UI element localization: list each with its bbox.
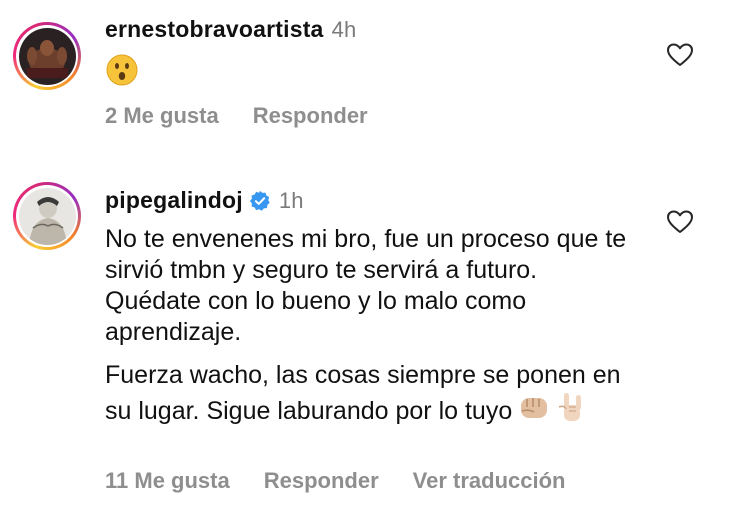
username-link[interactable]: ernestobravoartista bbox=[105, 16, 324, 43]
reply-button[interactable]: Responder bbox=[253, 103, 368, 129]
sign-of-the-horns-emoji-icon bbox=[558, 393, 582, 421]
oncoming-fist-emoji-icon bbox=[521, 398, 548, 418]
avatar[interactable] bbox=[18, 187, 76, 245]
verified-badge-icon bbox=[249, 190, 270, 211]
heart-like-icon[interactable] bbox=[667, 43, 693, 67]
avatar[interactable] bbox=[18, 27, 76, 85]
avatar-story-ring[interactable] bbox=[13, 182, 81, 250]
comment-header: pipegalindoj 1h bbox=[105, 187, 304, 214]
avatar-story-ring[interactable] bbox=[13, 22, 81, 90]
timestamp[interactable]: 1h bbox=[279, 188, 304, 214]
comment-paragraph: No te envenenes mi bro, fue un proceso q… bbox=[105, 225, 627, 346]
astonished-face-emoji-icon bbox=[106, 54, 138, 86]
timestamp[interactable]: 4h bbox=[332, 17, 357, 43]
comment-header: ernestobravoartista 4h bbox=[105, 16, 356, 43]
username-link[interactable]: pipegalindoj bbox=[105, 187, 243, 214]
see-translation-link[interactable]: Ver traducción bbox=[413, 468, 566, 494]
reply-button[interactable]: Responder bbox=[264, 468, 379, 494]
comment-actions: 2 Me gusta Responder bbox=[105, 103, 368, 129]
likes-count-link[interactable]: 11 Me gusta bbox=[105, 468, 230, 494]
comment-actions: 11 Me gusta Responder Ver traducción bbox=[105, 468, 565, 494]
comment-body: No te envenenes mi bro, fue un proceso q… bbox=[105, 224, 635, 439]
heart-like-icon[interactable] bbox=[667, 210, 693, 234]
comment-paragraph-2: Fuerza wacho, las cosas siempre se ponen… bbox=[105, 361, 621, 425]
likes-count-link[interactable]: 2 Me gusta bbox=[105, 103, 219, 129]
